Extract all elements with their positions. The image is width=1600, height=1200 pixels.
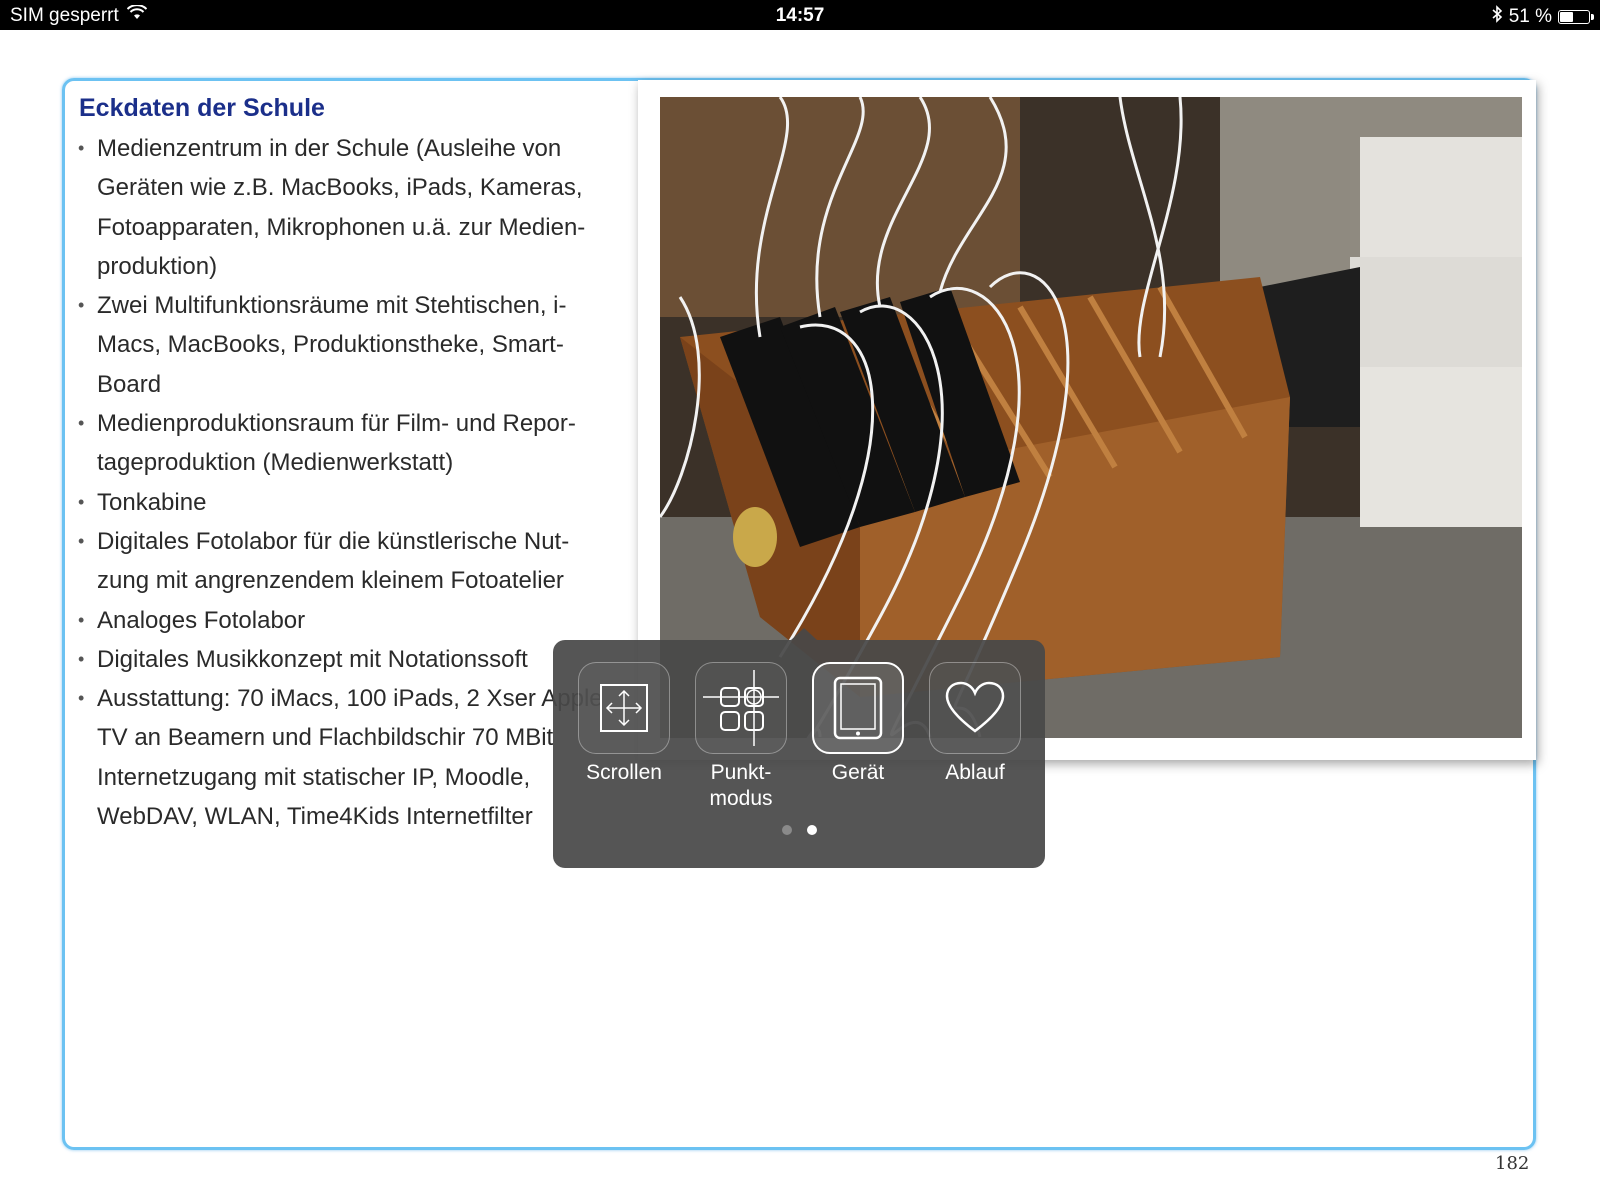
scroll-button[interactable]: Scrollen xyxy=(577,662,671,786)
point-mode-label: Punkt- modus xyxy=(709,761,773,810)
page-number: 182 xyxy=(1495,1153,1530,1174)
page-indicator[interactable] xyxy=(553,825,1045,835)
battery-fill xyxy=(1560,12,1574,22)
point-mode-icon xyxy=(703,670,779,746)
heart-icon xyxy=(945,681,1005,733)
list-item: Digitales Musikkonzept mit Notationssoft xyxy=(76,640,616,680)
clock: 14:57 xyxy=(775,5,825,26)
battery-icon xyxy=(1558,10,1594,24)
list-item: Ausstattung: 70 iMacs, 100 iPads, 2 Xser… xyxy=(76,679,616,836)
scroll-arrows-icon xyxy=(600,684,648,732)
carrier-label: SIM gesperrt xyxy=(10,5,119,26)
point-mode-icon-box xyxy=(695,662,787,754)
custom-button[interactable]: Ablauf xyxy=(928,662,1022,786)
device-icon-box xyxy=(812,662,904,754)
list-item: Digitales Fotolabor für die künstlerisch… xyxy=(76,522,616,601)
scroll-label: Scrollen xyxy=(586,761,662,784)
list-item: Tonkabine xyxy=(76,483,616,523)
list-item: Medienproduktionsraum für Film- und Repo… xyxy=(76,404,616,483)
device-button[interactable]: Gerät xyxy=(811,662,905,786)
battery-percent: 51 % xyxy=(1508,6,1552,27)
custom-label: Ablauf xyxy=(945,761,1005,784)
page-heading: Eckdaten der Schule xyxy=(79,94,325,122)
device-icon xyxy=(833,676,883,740)
status-left: SIM gesperrt xyxy=(10,4,147,27)
device-label: Gerät xyxy=(831,761,885,784)
wifi-icon xyxy=(126,4,147,27)
facts-list: Medienzentrum in der Schule (Ausleihe vo… xyxy=(76,129,616,836)
status-right: 51 % xyxy=(1491,5,1594,29)
page-dot-1[interactable] xyxy=(781,825,792,835)
assistive-touch-menu: Scrollen Punkt- modus Gerät Ablauf xyxy=(553,628,1045,868)
list-item: Zwei Multifunktionsräume mit Stehtischen… xyxy=(76,286,616,404)
status-bar: SIM gesperrt 14:57 51 % xyxy=(0,0,1600,30)
bluetooth-icon xyxy=(1491,5,1503,29)
scroll-icon-box xyxy=(578,662,670,754)
custom-icon-box xyxy=(929,662,1021,754)
page-dot-2[interactable] xyxy=(806,825,817,835)
list-item: Analoges Fotolabor xyxy=(76,601,616,641)
point-mode-button[interactable]: Punkt- modus xyxy=(694,662,788,812)
list-item: Medienzentrum in der Schule (Ausleihe vo… xyxy=(76,129,616,286)
